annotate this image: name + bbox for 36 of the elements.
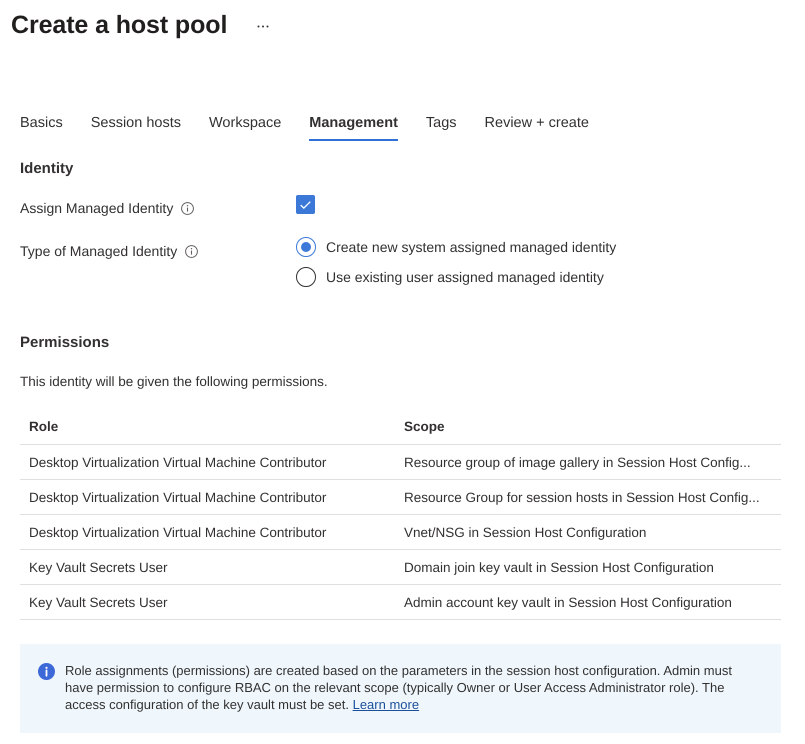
tab[interactable]: Tags <box>426 109 457 141</box>
tab[interactable]: Review + create <box>484 109 589 141</box>
notice-text: Role assignments (permissions) are created based on the parameters in the session host configuration. Admin must have permission to configure RBAC on the relevant scope (typically Owner or User Access Administrator role). The access configuration of the key vault must be set. Learn more <box>65 662 733 713</box>
radio-button[interactable] <box>296 237 316 257</box>
option-label[interactable]: Create new system assigned managed identity <box>326 239 616 255</box>
column-header: Scope <box>395 408 781 444</box>
checkbox[interactable] <box>296 195 315 214</box>
tab[interactable]: Basics <box>20 109 63 141</box>
tab[interactable]: Management <box>309 109 398 141</box>
radio-button[interactable] <box>296 267 316 287</box>
table-cell: Resource Group for session hosts in Session Host Config... <box>395 480 781 514</box>
section-heading: Permissions <box>20 333 110 353</box>
table-cell: Vnet/NSG in Session Host Configuration <box>395 514 781 550</box>
table-cell: Key Vault Secrets User <box>20 550 395 584</box>
section-heading: Identity <box>20 159 74 179</box>
table-cell: Admin account key vault in Session Host Configuration <box>395 584 781 620</box>
tab[interactable]: Workspace <box>209 109 282 141</box>
table-cell: Domain join key vault in Session Host Configuration <box>395 550 781 584</box>
field-label: Assign Managed Identity <box>20 200 174 216</box>
more-options-icon[interactable] <box>257 24 270 28</box>
table-cell: Key Vault Secrets User <box>20 584 395 620</box>
table-cell: Desktop Virtualization Virtual Machine Contributor <box>20 514 395 550</box>
info-icon <box>38 663 55 680</box>
tab[interactable]: Session hosts <box>90 109 181 141</box>
learn-more-link[interactable]: Learn more <box>352 697 420 712</box>
table-cell: Desktop Virtualization Virtual Machine Contributor <box>20 444 395 480</box>
table-cell: Desktop Virtualization Virtual Machine Contributor <box>20 480 395 514</box>
info-icon[interactable] <box>181 202 194 214</box>
table-cell: Resource group of image gallery in Session Host Config... <box>395 444 781 480</box>
column-header: Role <box>20 408 395 444</box>
page-title: Create a host pool <box>11 10 228 41</box>
checkmark-icon <box>300 200 311 208</box>
description-text: This identity will be given the following permissions. <box>20 373 329 391</box>
option-label[interactable]: Use existing user assigned managed identity <box>326 269 604 285</box>
info-icon[interactable] <box>185 244 198 258</box>
field-label: Type of Managed Identity <box>20 243 178 259</box>
